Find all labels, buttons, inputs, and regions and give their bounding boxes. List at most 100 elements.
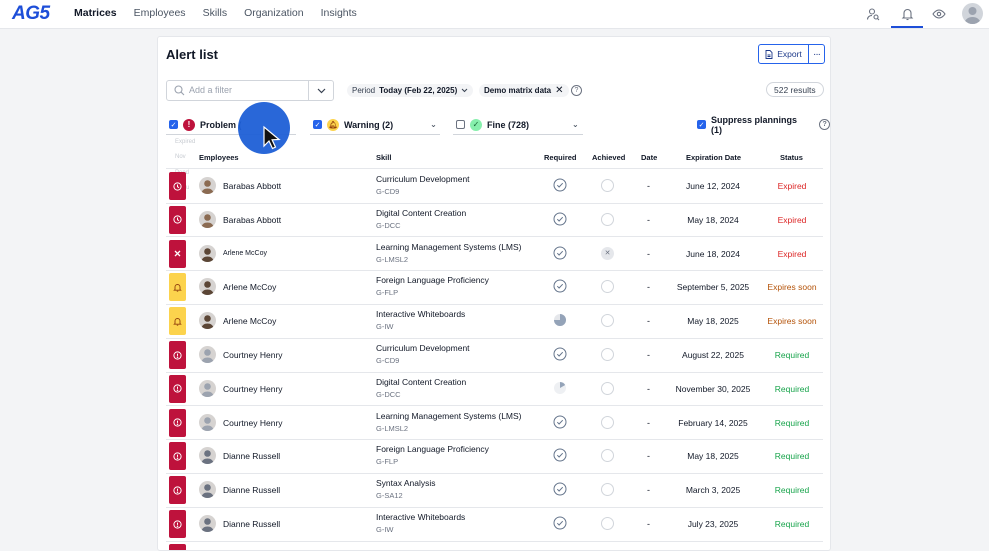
alert-flag[interactable]: [169, 442, 186, 471]
nav-skills[interactable]: Skills: [203, 7, 228, 19]
fine-checkbox[interactable]: [456, 120, 465, 129]
app-logo[interactable]: AG5: [12, 3, 50, 25]
skill-name[interactable]: Interactive Whiteboards: [376, 309, 465, 319]
avatar[interactable]: [199, 481, 216, 499]
nav-insights[interactable]: Insights: [321, 7, 357, 19]
achieved-circle[interactable]: [601, 381, 614, 395]
alert-flag[interactable]: [169, 408, 186, 437]
period-chip[interactable]: Period Today (Feb 22, 2025): [347, 84, 474, 97]
problem-checkbox[interactable]: ✓: [169, 120, 178, 129]
skill-name[interactable]: Digital Content Creation: [376, 377, 466, 387]
bell-icon[interactable]: [898, 5, 916, 23]
alert-flag[interactable]: [169, 172, 186, 200]
employee-name[interactable]: Barabas Abbott: [223, 181, 281, 191]
avatar[interactable]: [199, 244, 216, 262]
col-expiration-date[interactable]: Expiration Date: [686, 153, 741, 162]
help-icon[interactable]: ?: [819, 119, 830, 130]
alert-flag[interactable]: [169, 307, 186, 336]
table-row[interactable]: Courtney Henry Digital Content Creation G-…: [158, 372, 830, 406]
alert-flag[interactable]: [169, 205, 186, 234]
alert-flag[interactable]: [169, 341, 186, 369]
user-avatar[interactable]: [962, 3, 983, 24]
achieved-circle[interactable]: [601, 212, 614, 226]
close-icon[interactable]: ✕: [555, 85, 563, 96]
skill-name[interactable]: Learning Management Systems (LMS): [376, 242, 522, 252]
tab-fine[interactable]: ✓ Fine (728) ⌄: [456, 115, 579, 134]
achieved-circle[interactable]: [601, 483, 614, 497]
export-button[interactable]: Export: [758, 44, 809, 64]
more-options-button[interactable]: ···: [808, 44, 825, 64]
alert-flag[interactable]: [169, 510, 186, 538]
tab-warning[interactable]: ✓ 🔔︎ Warning (2) ⌄: [313, 115, 437, 134]
table-row[interactable]: Courtney Henry Learning Management System…: [158, 406, 830, 440]
help-icon[interactable]: ?: [571, 85, 582, 96]
employee-name[interactable]: Courtney Henry: [223, 384, 283, 394]
avatar[interactable]: [199, 515, 216, 532]
skill-name[interactable]: Digital Content Creation: [376, 208, 466, 218]
avatar[interactable]: [199, 177, 216, 194]
dataset-chip[interactable]: Demo matrix data ✕: [479, 84, 569, 97]
avatar[interactable]: [199, 413, 216, 431]
employee-name[interactable]: Barabas Abbott: [223, 215, 281, 225]
skill-name[interactable]: Syntax Analysis: [376, 478, 436, 488]
col-status[interactable]: Status: [780, 153, 803, 162]
table-row[interactable]: Courtney Henry Curriculum Development G-CD…: [158, 338, 830, 372]
employee-name[interactable]: Courtney Henry: [223, 350, 283, 360]
user-search-icon[interactable]: [864, 5, 882, 23]
col-employees[interactable]: Employees: [199, 153, 239, 162]
col-date[interactable]: Date: [641, 153, 657, 162]
filter-dropdown-button[interactable]: [308, 80, 334, 101]
employee-name[interactable]: Dianne Russell: [223, 451, 280, 461]
employee-name[interactable]: Arlene McCoy: [223, 250, 267, 257]
employee-name[interactable]: Dianne Russell: [223, 485, 280, 495]
avatar[interactable]: [199, 210, 216, 228]
achieved-circle[interactable]: [601, 280, 614, 294]
employee-name[interactable]: Arlene McCoy: [223, 316, 276, 326]
skill-name[interactable]: Foreign Language Proficiency: [376, 444, 489, 454]
alert-flag[interactable]: [169, 543, 186, 550]
skill-name[interactable]: Learning Management Systems (LMS): [376, 411, 522, 421]
col-skill[interactable]: Skill: [376, 153, 391, 162]
table-row[interactable]: Dianne Russell Foreign Language Proficien…: [158, 439, 830, 473]
nav-matrices[interactable]: Matrices: [74, 7, 117, 19]
avatar[interactable]: [199, 346, 216, 363]
avatar[interactable]: [199, 278, 216, 296]
warning-checkbox[interactable]: ✓: [313, 120, 322, 129]
table-row[interactable]: Dianne Russell Interactive Whiteboards G-I…: [158, 507, 830, 541]
close-icon[interactable]: ✕: [601, 246, 614, 260]
col-achieved[interactable]: Achieved: [592, 153, 625, 162]
achieved-circle[interactable]: [601, 517, 614, 530]
alert-flag[interactable]: [169, 374, 186, 403]
skill-name[interactable]: Foreign Language Proficiency: [376, 275, 489, 285]
filter-input[interactable]: [189, 85, 304, 95]
skill-name[interactable]: Curriculum Development: [376, 343, 470, 353]
achieved-circle[interactable]: [601, 449, 614, 463]
achieved-circle[interactable]: [601, 314, 614, 328]
nav-organization[interactable]: Organization: [244, 7, 304, 19]
alert-flag[interactable]: [169, 476, 186, 505]
employee-name[interactable]: Arlene McCoy: [223, 282, 276, 292]
eye-icon[interactable]: [930, 5, 948, 23]
employee-name[interactable]: Courtney Henry: [223, 418, 283, 428]
avatar[interactable]: [199, 312, 216, 330]
alert-flag[interactable]: [169, 273, 186, 302]
skill-name[interactable]: Interactive Whiteboards: [376, 512, 465, 522]
nav-employees[interactable]: Employees: [134, 7, 186, 19]
table-row[interactable]: Barabas Abbott Digital Content Creation G-…: [158, 203, 830, 237]
table-row[interactable]: Arlene McCoy Interactive Whiteboards G-IW -…: [158, 304, 830, 338]
table-row[interactable]: Arlene McCoy Learning Management Systems …: [158, 237, 830, 271]
table-row[interactable]: Dianne Russell Syntax Analysis G-SA12 - Marc…: [158, 473, 830, 507]
tab-problem[interactable]: ✓ ! Problem (: [169, 115, 242, 134]
achieved-circle[interactable]: [601, 348, 614, 361]
suppress-plannings[interactable]: ✓ Suppress plannings (1) ?: [697, 115, 830, 135]
skill-name[interactable]: Curriculum Development: [376, 174, 470, 184]
alert-flag[interactable]: [169, 239, 186, 268]
avatar[interactable]: [199, 447, 216, 465]
achieved-circle[interactable]: [601, 415, 614, 429]
col-required[interactable]: Required: [544, 153, 577, 162]
suppress-checkbox[interactable]: ✓: [697, 120, 706, 129]
achieved-circle[interactable]: [601, 179, 614, 192]
table-row[interactable]: Arlene McCoy Foreign Language Proficiency…: [158, 270, 830, 304]
avatar[interactable]: [199, 379, 216, 397]
table-row[interactable]: Barabas Abbott Curriculum Development G-CD…: [158, 169, 830, 203]
